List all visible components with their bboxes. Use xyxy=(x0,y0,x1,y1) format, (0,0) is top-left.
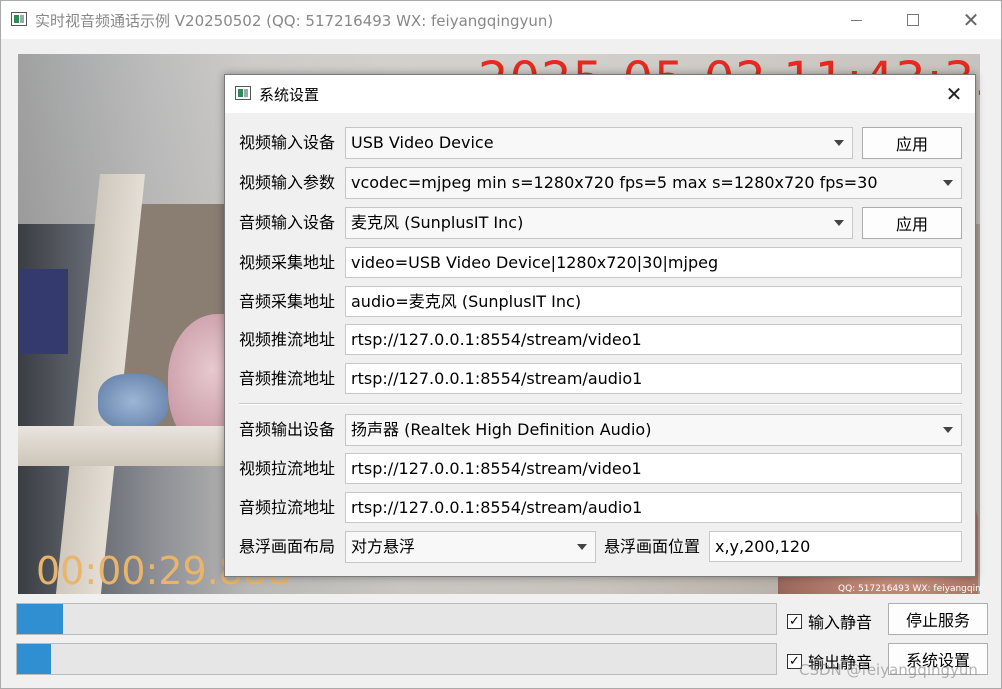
video-apply-button[interactable]: 应用 xyxy=(862,127,962,159)
audio-push-url-field[interactable]: rtsp://127.0.0.1:8554/stream/audio1 xyxy=(345,363,962,394)
dialog-title: 系统设置 xyxy=(259,86,320,104)
titlebar: 实时视音频通话示例 V20250502 (QQ: 517216493 WX: f… xyxy=(1,1,1001,39)
csdn-watermark: CSDN @feiyangqingyun xyxy=(799,661,978,679)
window-title: 实时视音频通话示例 V20250502 (QQ: 517216493 WX: f… xyxy=(35,12,554,30)
output-level-fill xyxy=(17,644,52,674)
audio-output-device-label: 音频输出设备 xyxy=(239,420,336,439)
audio-output-device-select[interactable]: 扬声器 (Realtek High Definition Audio) xyxy=(345,414,962,446)
maximize-icon[interactable] xyxy=(884,1,942,39)
video-input-device-label: 视频输入设备 xyxy=(239,133,336,152)
video-push-url-label: 视频推流地址 xyxy=(239,330,336,349)
separator xyxy=(239,403,962,405)
dialog-close-icon[interactable]: ✕ xyxy=(937,81,971,107)
video-pull-url-label: 视频拉流地址 xyxy=(239,459,336,478)
video-pull-url-field[interactable]: rtsp://127.0.0.1:8554/stream/video1 xyxy=(345,453,962,484)
audio-capture-url-field[interactable]: audio=麦克风 (SunplusIT Inc) xyxy=(345,286,962,317)
checkbox-icon[interactable]: ✓ xyxy=(787,613,802,629)
video-push-url-field[interactable]: rtsp://127.0.0.1:8554/stream/video1 xyxy=(345,324,962,355)
audio-push-url-label: 音频推流地址 xyxy=(239,369,336,388)
float-position-label: 悬浮画面位置 xyxy=(604,537,701,556)
audio-capture-url-label: 音频采集地址 xyxy=(239,292,336,311)
audio-input-device-select[interactable]: 麦克风 (SunplusIT Inc) xyxy=(345,207,853,239)
input-level-fill xyxy=(17,604,63,634)
audio-pull-url-field[interactable]: rtsp://127.0.0.1:8554/stream/audio1 xyxy=(345,492,962,523)
video-capture-url-label: 视频采集地址 xyxy=(239,253,336,272)
app-icon xyxy=(11,12,27,26)
input-level-bar xyxy=(16,603,777,635)
audio-input-device-label: 音频输入设备 xyxy=(239,213,336,232)
chevron-down-icon xyxy=(577,544,587,550)
audio-pull-url-label: 音频拉流地址 xyxy=(239,498,336,517)
audio-apply-button[interactable]: 应用 xyxy=(862,207,962,239)
video-input-device-select[interactable]: USB Video Device xyxy=(345,127,853,159)
video-capture-url-field[interactable]: video=USB Video Device|1280x720|30|mjpeg xyxy=(345,247,962,278)
float-layout-select[interactable]: 对方悬浮 xyxy=(345,531,596,563)
close-icon[interactable]: ✕ xyxy=(942,1,1000,39)
osd-watermark: QQ: 517216493 WX: feiyangqingyun xyxy=(838,584,980,594)
settings-dialog: 系统设置 ✕ 视频输入设备 USB Video Device 应用 视频输入参数… xyxy=(224,74,976,577)
input-mute-label: 输入静音 xyxy=(808,613,873,632)
input-mute-checkbox[interactable]: ✓ 输入静音 xyxy=(787,609,872,633)
chevron-down-icon xyxy=(943,427,953,433)
stop-service-button[interactable]: 停止服务 xyxy=(888,603,988,635)
output-level-bar xyxy=(16,643,777,675)
chevron-down-icon xyxy=(834,220,844,226)
dialog-app-icon xyxy=(235,86,251,100)
dialog-titlebar: 系统设置 ✕ xyxy=(225,75,975,113)
video-input-params-label: 视频输入参数 xyxy=(239,173,336,192)
minimize-icon[interactable] xyxy=(827,1,885,39)
video-input-params-select[interactable]: vcodec=mjpeg min s=1280x720 fps=5 max s=… xyxy=(345,167,962,199)
float-position-field[interactable]: x,y,200,120 xyxy=(709,531,962,562)
chevron-down-icon xyxy=(943,180,953,186)
chevron-down-icon xyxy=(834,140,844,146)
float-layout-label: 悬浮画面布局 xyxy=(239,537,336,556)
